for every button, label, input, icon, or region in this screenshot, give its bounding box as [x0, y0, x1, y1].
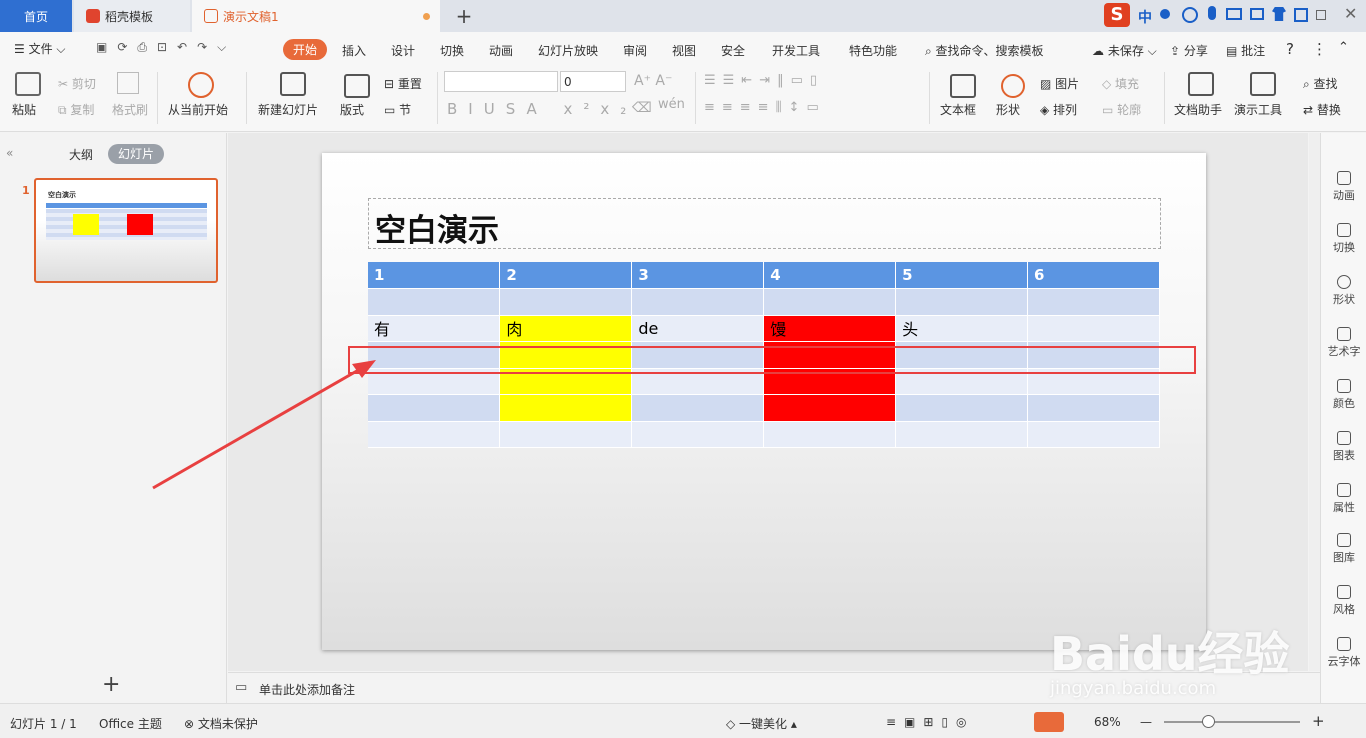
arrow-shaft	[152, 366, 363, 490]
sidebar-animation[interactable]: 动画	[1321, 171, 1366, 203]
style-icon	[1337, 585, 1351, 599]
sidebar-style-label: 风格	[1333, 603, 1355, 616]
transition-icon	[1337, 223, 1351, 237]
zoom-slider-handle[interactable]	[1202, 715, 1215, 728]
view-mode-buttons[interactable]: ≡▣⊞▯◎	[886, 715, 975, 729]
protect-status-label: 文档未保护	[197, 717, 258, 731]
slide-count: 幻灯片 1 / 1	[10, 717, 77, 731]
cloud-font-icon	[1337, 637, 1351, 651]
color-icon	[1337, 379, 1351, 393]
notes-area[interactable]: ▭ 单击此处添加备注	[228, 672, 1320, 703]
right-sidebar: 动画 切换 形状 艺术字 颜色 图表 属性 图库 风格 云字体	[1320, 133, 1366, 703]
theme-name[interactable]: Office 主题	[99, 715, 162, 732]
arrow-head	[352, 360, 376, 378]
sidebar-transition-label: 切换	[1333, 241, 1355, 254]
sidebar-wordart-label: 艺术字	[1327, 345, 1361, 358]
sidebar-color[interactable]: 颜色	[1321, 379, 1366, 411]
chart-icon	[1337, 431, 1351, 445]
sidebar-chart[interactable]: 图表	[1321, 431, 1366, 463]
sidebar-shape[interactable]: 形状	[1321, 275, 1366, 307]
beautify-button[interactable]: ◇ 一键美化 ▴	[726, 715, 797, 732]
properties-icon	[1337, 483, 1351, 497]
annotation-arrow	[152, 360, 376, 490]
wordart-icon	[1337, 327, 1351, 341]
gallery-icon	[1337, 533, 1351, 547]
animation-icon	[1337, 171, 1351, 185]
zoom-level[interactable]: 68%	[1094, 715, 1121, 729]
sidebar-gallery[interactable]: 图库	[1321, 533, 1366, 565]
sidebar-cloud-font-label: 云字体	[1327, 655, 1361, 668]
beautify-label: 一键美化	[739, 717, 788, 731]
sidebar-properties[interactable]: 属性	[1321, 483, 1366, 515]
zoom-out-button[interactable]: —	[1140, 715, 1152, 729]
sidebar-color-label: 颜色	[1333, 397, 1355, 410]
notes-icon: ▭	[235, 680, 248, 695]
sidebar-wordart[interactable]: 艺术字	[1321, 327, 1366, 359]
status-bar: 幻灯片 1 / 1 Office 主题 ⊗ 文档未保护 ◇ 一键美化 ▴ ≡▣⊞…	[0, 703, 1366, 738]
notes-placeholder: 单击此处添加备注	[259, 683, 356, 697]
shape-icon	[1337, 275, 1351, 289]
sidebar-style[interactable]: 风格	[1321, 585, 1366, 617]
sidebar-gallery-label: 图库	[1333, 551, 1355, 564]
protect-status[interactable]: ⊗ 文档未保护	[184, 715, 258, 732]
sidebar-animation-label: 动画	[1333, 189, 1355, 202]
sidebar-chart-label: 图表	[1333, 449, 1355, 462]
sidebar-properties-label: 属性	[1333, 501, 1355, 514]
play-slideshow-button[interactable]	[1034, 712, 1064, 732]
sidebar-transition[interactable]: 切换	[1321, 223, 1366, 255]
sidebar-shape-label: 形状	[1333, 293, 1355, 306]
zoom-in-button[interactable]: +	[1312, 712, 1325, 730]
sidebar-cloud-font[interactable]: 云字体	[1321, 637, 1366, 669]
zoom-slider[interactable]	[1164, 721, 1300, 723]
